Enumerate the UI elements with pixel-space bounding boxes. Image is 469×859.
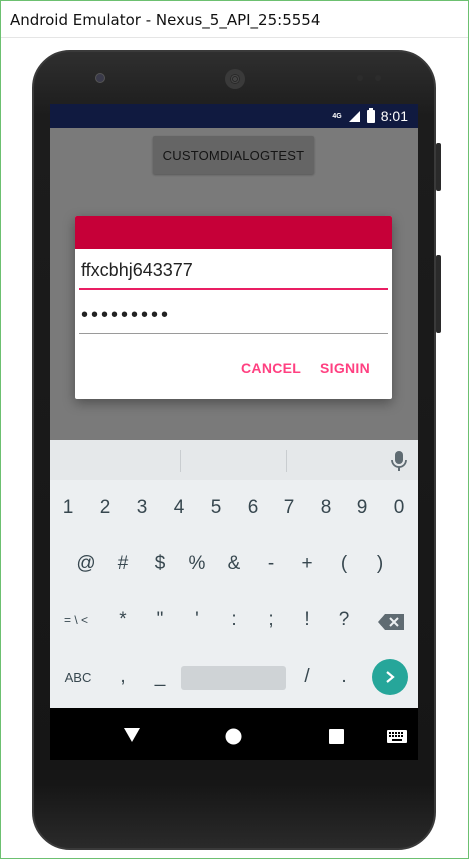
key-asterisk[interactable]: * (105, 602, 141, 638)
power-button[interactable] (436, 255, 441, 333)
volume-button[interactable] (436, 143, 441, 191)
key-minus[interactable]: - (253, 546, 289, 582)
space-key[interactable] (181, 666, 286, 690)
emulator-title: Android Emulator - Nexus_5_API_25:5554 (0, 0, 469, 38)
key-underscore[interactable]: _ (142, 659, 178, 695)
recents-square-icon[interactable] (329, 729, 344, 744)
key-open-paren[interactable]: ( (326, 546, 362, 582)
key-5[interactable]: 5 (198, 490, 234, 526)
key-1[interactable]: 1 (50, 490, 86, 526)
home-circle-icon[interactable] (225, 728, 242, 745)
key-abc[interactable]: ABC (58, 659, 98, 695)
network-type: 4G (332, 112, 342, 120)
device-screen: 4G 8:01 CUSTOMDIALOGTEST ffxcbhj643377 •… (50, 104, 418, 760)
keyboard-icon[interactable] (387, 730, 407, 743)
suggestion-divider (286, 450, 287, 472)
key-7[interactable]: 7 (271, 490, 307, 526)
signin-dialog: ffxcbhj643377 ••••••••• CANCEL SIGNIN (75, 216, 392, 399)
backspace-icon[interactable] (378, 614, 404, 630)
key-8[interactable]: 8 (308, 490, 344, 526)
key-double-quote[interactable]: " (142, 602, 178, 638)
signal-icon (348, 110, 360, 122)
chevron-right-icon (386, 671, 395, 683)
key-plus[interactable]: + (289, 546, 325, 582)
custom-dialog-test-button[interactable]: CUSTOMDIALOGTEST (153, 136, 314, 174)
key-more-symbols[interactable]: = \ < (56, 602, 96, 638)
status-clock: 8:01 (380, 108, 408, 124)
key-percent[interactable]: % (179, 546, 215, 582)
app-content: CUSTOMDIALOGTEST ffxcbhj643377 •••••••••… (50, 128, 418, 440)
key-close-paren[interactable]: ) (362, 546, 398, 582)
status-bar: 4G 8:01 (50, 104, 418, 128)
enter-key[interactable] (372, 659, 408, 695)
username-field[interactable]: ffxcbhj643377 (79, 256, 388, 290)
back-triangle-icon[interactable] (123, 727, 141, 743)
earpiece-speaker (225, 69, 245, 89)
key-dollar[interactable]: $ (142, 546, 178, 582)
key-2[interactable]: 2 (87, 490, 123, 526)
key-ampersand[interactable]: & (216, 546, 252, 582)
key-slash[interactable]: / (289, 659, 325, 695)
cancel-button[interactable]: CANCEL (241, 360, 301, 376)
front-camera (95, 73, 105, 83)
key-3[interactable]: 3 (124, 490, 160, 526)
key-at[interactable]: @ (68, 546, 104, 582)
key-comma[interactable]: , (105, 659, 141, 695)
signin-button[interactable]: SIGNIN (320, 360, 370, 376)
light-sensor (375, 75, 381, 81)
suggestion-strip (50, 440, 418, 480)
proximity-sensor (357, 75, 363, 81)
dialog-header (75, 216, 392, 249)
key-period[interactable]: . (326, 659, 362, 695)
key-hash[interactable]: # (105, 546, 141, 582)
key-9[interactable]: 9 (344, 490, 380, 526)
key-exclamation[interactable]: ! (289, 602, 325, 638)
key-colon[interactable]: : (216, 602, 252, 638)
key-0[interactable]: 0 (381, 490, 417, 526)
key-semicolon[interactable]: ; (253, 602, 289, 638)
suggestion-divider (180, 450, 181, 472)
key-single-quote[interactable]: ' (179, 602, 215, 638)
key-4[interactable]: 4 (161, 490, 197, 526)
soft-keyboard: 1 2 3 4 5 6 7 8 9 0 @ # $ % & - + ( ) = … (50, 440, 418, 708)
key-question[interactable]: ? (326, 602, 362, 638)
password-field[interactable]: ••••••••• (79, 300, 388, 334)
key-6[interactable]: 6 (235, 490, 271, 526)
microphone-icon[interactable] (388, 449, 410, 473)
navigation-bar (50, 708, 418, 760)
battery-icon (366, 107, 375, 123)
